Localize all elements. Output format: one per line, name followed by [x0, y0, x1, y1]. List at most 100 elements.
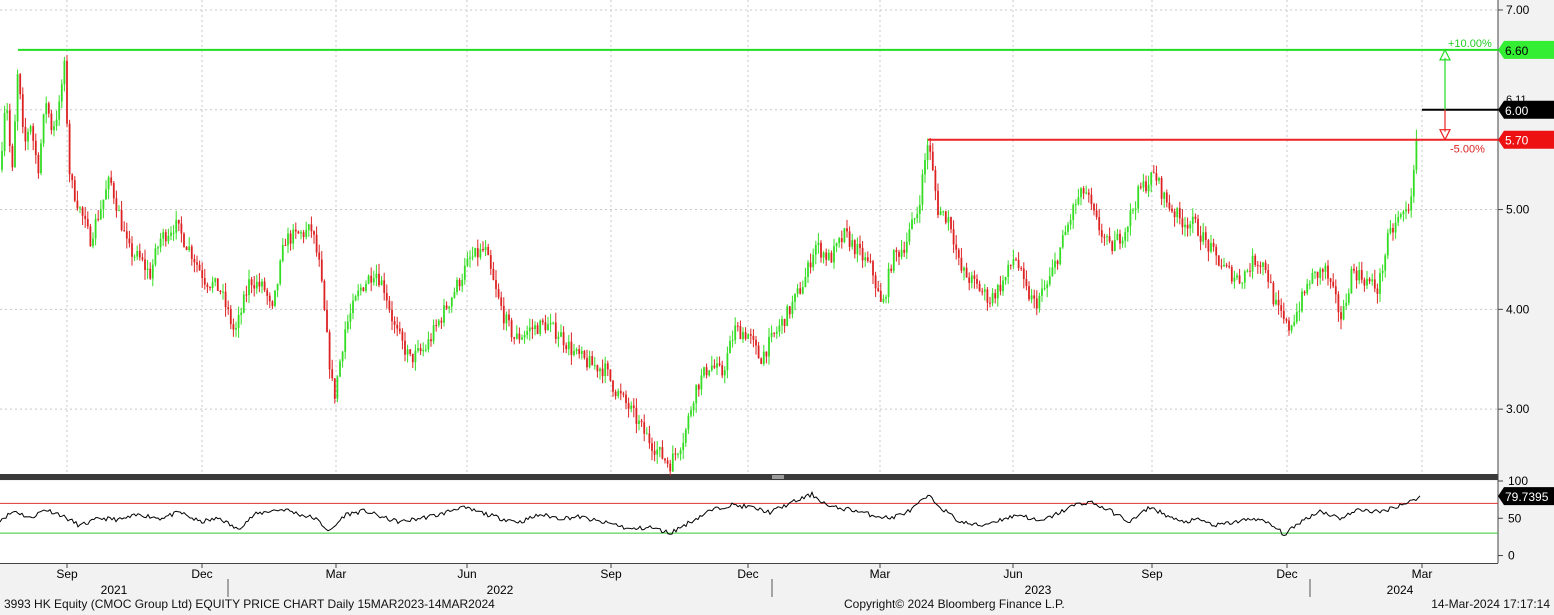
candle-body — [947, 217, 950, 223]
candle-body — [300, 232, 302, 234]
candle-body — [487, 246, 490, 256]
candle-body — [981, 291, 984, 293]
candle-body — [349, 313, 352, 322]
candle-body — [385, 293, 388, 301]
candle-body — [53, 126, 55, 131]
candle-body — [310, 224, 313, 232]
candle-body — [32, 126, 35, 141]
candle-body — [284, 245, 287, 247]
candle-body — [1048, 276, 1051, 285]
candle-body — [973, 275, 976, 279]
price-tick-label: 4.00 — [1506, 302, 1530, 316]
candle-body — [1392, 227, 1394, 233]
candle-body — [276, 283, 279, 291]
candle-body — [606, 363, 609, 370]
candle-body — [58, 101, 61, 120]
candle-body — [430, 339, 432, 342]
panel-separator-handle[interactable] — [772, 475, 784, 479]
candle-body — [1090, 194, 1093, 205]
candle-body — [461, 279, 464, 287]
candle-body — [703, 367, 705, 376]
candle-body — [534, 325, 536, 330]
candle-body — [388, 300, 391, 310]
candle-body — [1321, 269, 1324, 272]
candle-body — [853, 240, 856, 255]
candle-body — [1254, 255, 1257, 265]
candle-body — [1189, 224, 1192, 229]
candle-body — [926, 145, 929, 161]
candle-body — [29, 126, 32, 132]
candle-body — [1158, 178, 1160, 181]
month-label: Sep — [1141, 567, 1163, 581]
candle-body — [1288, 320, 1290, 331]
candle-body — [734, 325, 737, 341]
candle-body — [45, 103, 48, 115]
candle-body — [1410, 196, 1413, 211]
candle-body — [138, 250, 141, 258]
candle-body — [253, 285, 256, 289]
candle-body — [1152, 172, 1155, 174]
candle-body — [175, 219, 178, 233]
candle-body — [445, 305, 448, 309]
candle-body — [508, 314, 510, 321]
candle-body — [1293, 321, 1296, 326]
candle-body — [1277, 299, 1280, 306]
candle-body — [918, 204, 921, 215]
candle-body — [827, 252, 830, 260]
candle-body — [1142, 181, 1145, 188]
candle-body — [1353, 268, 1355, 271]
candle-body — [783, 319, 786, 327]
candle-body — [198, 264, 201, 271]
candle-body — [245, 294, 248, 296]
candle-body — [1407, 209, 1410, 211]
candle-body — [1298, 311, 1301, 313]
candle-body — [170, 232, 172, 236]
candle-body — [1116, 233, 1119, 241]
candle-body — [528, 327, 531, 332]
candle-body — [50, 113, 53, 131]
price-chart: +10.00% -5.00% Sep Dec Mar Jun Sep Dec Mar Jun Se… — [0, 0, 1554, 597]
candle-body — [742, 332, 744, 340]
candle-body — [1046, 284, 1049, 289]
candle-body — [523, 334, 526, 338]
candle-body — [209, 287, 211, 289]
candle-body — [619, 390, 622, 394]
candle-body — [708, 370, 711, 376]
candle-body — [102, 199, 105, 210]
candle-body — [965, 267, 968, 278]
candle-body — [1402, 211, 1405, 215]
candle-body — [190, 246, 193, 259]
candle-body — [250, 279, 253, 286]
candle-body — [297, 231, 300, 234]
candle-body — [279, 260, 282, 284]
candle-body — [716, 363, 718, 368]
price-tick-label: 7.00 — [1506, 3, 1530, 17]
candle-body — [950, 217, 952, 230]
candle-body — [521, 337, 523, 340]
candle-body — [1228, 265, 1231, 268]
candle-body — [983, 289, 986, 292]
candle-body — [1251, 255, 1254, 272]
candle-body — [666, 460, 669, 464]
candle-body — [591, 356, 594, 366]
candle-body — [617, 390, 620, 397]
candle-body — [240, 312, 243, 315]
candle-body — [1368, 278, 1371, 282]
candle-body — [206, 284, 209, 288]
candle-body — [749, 334, 752, 336]
candle-body — [216, 278, 219, 291]
candle-body — [874, 275, 877, 289]
candle-body — [635, 407, 638, 424]
candle-body — [94, 218, 97, 239]
candle-body — [554, 322, 557, 339]
candle-body — [1373, 279, 1376, 289]
candle-body — [1366, 278, 1368, 286]
month-label: Mar — [870, 567, 891, 581]
candle-body — [905, 241, 908, 253]
candle-body — [991, 293, 994, 304]
candle-body — [115, 198, 118, 211]
candle-body — [1215, 246, 1218, 256]
candle-body — [825, 252, 828, 260]
candle-body — [955, 244, 958, 250]
candle-body — [900, 249, 903, 257]
